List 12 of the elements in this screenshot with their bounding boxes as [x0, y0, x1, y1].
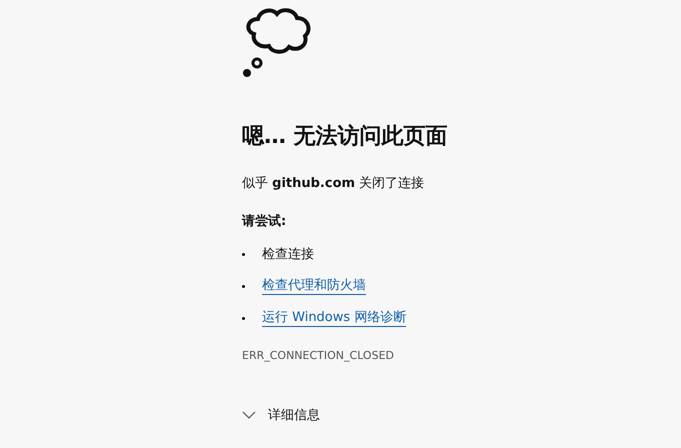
suggestion-link[interactable]: 检查代理和防火墙: [262, 277, 366, 295]
error-message: 似乎 github.com 关闭了连接: [242, 175, 426, 193]
bullet-icon: [242, 284, 245, 288]
bullet-icon: [242, 252, 245, 256]
suggestions-heading: 请尝试:: [242, 213, 288, 231]
details-toggle[interactable]: 详细信息: [242, 406, 320, 424]
chevron-icon: [242, 411, 256, 419]
suggestion-link[interactable]: 运行 Windows 网络诊断: [262, 309, 406, 327]
error-title: 嗯… 无法访问此页面: [242, 122, 449, 151]
bullet-icon: [242, 316, 245, 320]
suggestion-text: 检查连接: [262, 246, 314, 263]
error-code: ERR_CONNECTION_CLOSED: [242, 349, 395, 362]
